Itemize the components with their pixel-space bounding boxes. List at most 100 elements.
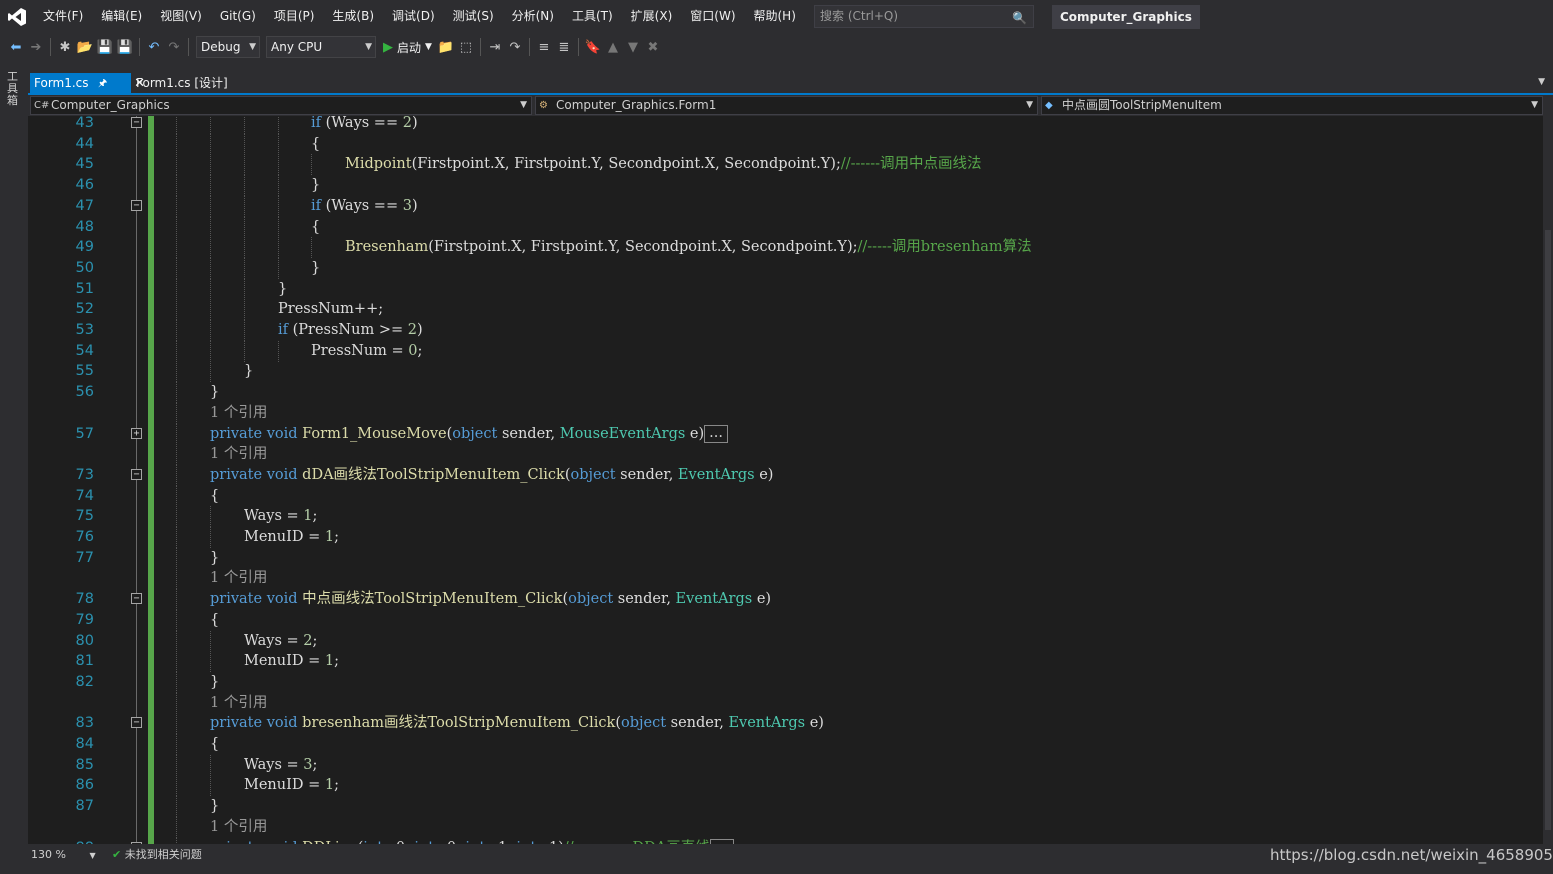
navigate-forward-icon[interactable]: ➔ xyxy=(26,37,46,57)
code-line[interactable]: 55} xyxy=(28,361,1543,383)
code-line[interactable]: 49 Bresenham(Firstpoint.X, Firstpoint.Y, … xyxy=(28,237,1543,259)
menu-item[interactable]: 调试(D) xyxy=(383,0,444,33)
code-line[interactable]: 75 Ways = 1; xyxy=(28,506,1543,528)
hot-reload-icon[interactable]: ⬚ xyxy=(456,37,476,57)
indent-icon[interactable]: ≡ xyxy=(534,37,554,57)
solution-configuration-select[interactable]: Debug ▼ xyxy=(196,36,260,58)
step-into-icon[interactable]: ⇥ xyxy=(485,37,505,57)
collapse-icon[interactable]: − xyxy=(131,717,142,729)
menu-item[interactable]: 测试(S) xyxy=(444,0,503,33)
code-line[interactable]: 73 − private void dDA画线法ToolStripMenuItem_… xyxy=(28,464,1543,486)
code-line[interactable]: 52 PressNum++; xyxy=(28,299,1543,321)
line-number: 74 xyxy=(75,487,94,504)
code-line[interactable]: 43 − if (Ways == 2) xyxy=(28,116,1543,134)
code-line[interactable]: 50} xyxy=(28,257,1543,279)
codelens-reference[interactable]: 1 个引用 xyxy=(28,402,1543,424)
code-line[interactable]: 77} xyxy=(28,547,1543,569)
previous-bookmark-icon[interactable]: ▲ xyxy=(603,37,623,57)
tab-list-dropdown-icon[interactable]: ▼ xyxy=(1538,77,1545,87)
indent-guide xyxy=(176,692,177,714)
code-line[interactable]: 76 MenuID = 1; xyxy=(28,527,1543,548)
save-icon[interactable]: 💾 xyxy=(95,37,115,57)
zoom-level[interactable]: 130 % ▼ xyxy=(31,844,96,867)
menu-item[interactable]: 文件(F) xyxy=(34,0,92,33)
browse-icon[interactable]: 📁 xyxy=(436,37,456,57)
project-dropdown[interactable]: C# Computer_Graphics ▼ xyxy=(30,96,532,115)
indent-guide xyxy=(176,320,177,341)
codelens-reference[interactable]: 1 个引用 xyxy=(28,692,1543,714)
navigate-back-icon[interactable]: ⬅ xyxy=(6,37,26,57)
solution-platform-select[interactable]: Any CPU ▼ xyxy=(266,36,376,58)
visual-studio-logo-icon[interactable] xyxy=(0,0,34,33)
collapse-icon[interactable]: − xyxy=(131,117,142,128)
search-icon: 🔍 xyxy=(1012,11,1027,25)
toolbox-tab[interactable]: 工具箱 xyxy=(7,71,21,107)
codelens-reference[interactable]: 1 个引用 xyxy=(28,816,1543,838)
next-bookmark-icon[interactable]: ▼ xyxy=(623,37,643,57)
code-line[interactable]: 81 MenuID = 1; xyxy=(28,651,1543,673)
code-line[interactable]: 78 − private void 中点画线法ToolStripMenuItem_C… xyxy=(28,589,1543,611)
indent-guide xyxy=(210,630,211,652)
menu-item[interactable]: 帮助(H) xyxy=(745,0,805,33)
code-line[interactable]: 79 { xyxy=(28,609,1543,631)
redo-icon[interactable]: ↷ xyxy=(164,37,184,57)
menu-item[interactable]: 窗口(W) xyxy=(681,0,744,33)
code-line[interactable]: 57 + private void Form1_MouseMove(object s… xyxy=(28,423,1543,445)
code-editor[interactable]: 43 − if (Ways == 2) 44 {45 Midpoint(Firstpoin… xyxy=(28,116,1543,844)
bookmark-icon[interactable]: 🔖 xyxy=(583,37,603,57)
codelens-reference[interactable]: 1 个引用 xyxy=(28,568,1543,590)
code-line[interactable]: 54 PressNum = 0; xyxy=(28,340,1543,362)
vertical-scrollbar[interactable] xyxy=(1543,95,1553,844)
code-line[interactable]: 45 Midpoint(Firstpoint.X, Firstpoint.Y, S… xyxy=(28,154,1543,176)
pin-icon[interactable]: 🖈 xyxy=(98,73,107,94)
collapse-icon[interactable]: − xyxy=(131,593,142,605)
menu-item[interactable]: 工具(T) xyxy=(563,0,622,33)
code-line[interactable]: 74 { xyxy=(28,485,1543,507)
codelens-reference[interactable]: 1 个引用 xyxy=(28,444,1543,466)
collapse-icon[interactable]: − xyxy=(131,199,142,211)
code-line[interactable]: 51} xyxy=(28,278,1543,300)
clear-bookmarks-icon[interactable]: ✖ xyxy=(643,37,663,57)
code-line[interactable]: 46} xyxy=(28,175,1543,197)
outdent-icon[interactable]: ≣ xyxy=(554,37,574,57)
search-input[interactable]: 搜索 (Ctrl+Q) 🔍 xyxy=(814,5,1034,28)
code-line[interactable]: 86 MenuID = 1; xyxy=(28,775,1543,797)
new-project-icon[interactable]: ✱ xyxy=(55,37,75,57)
open-file-icon[interactable]: 📂 xyxy=(75,37,95,57)
code-line[interactable]: 56} xyxy=(28,382,1543,404)
menu-item[interactable]: 编辑(E) xyxy=(92,0,151,33)
chevron-down-icon: ▼ xyxy=(365,42,372,52)
code-line[interactable]: 53 if (PressNum >= 2) xyxy=(28,320,1543,341)
member-dropdown[interactable]: ◆ 中点画圆ToolStripMenuItem ▼ xyxy=(1041,96,1543,115)
step-over-icon[interactable]: ↷ xyxy=(505,37,525,57)
menu-item[interactable]: 生成(B) xyxy=(323,0,383,33)
undo-icon[interactable]: ↶ xyxy=(144,37,164,57)
code-line[interactable]: 82} xyxy=(28,671,1543,693)
save-all-icon[interactable]: 💾 xyxy=(115,37,135,57)
tab-form1-cs[interactable]: Form1.cs 🖈 ✕ xyxy=(30,73,145,94)
code-line[interactable]: 44 { xyxy=(28,133,1543,155)
code-text: 1 个引用 xyxy=(210,818,268,835)
start-debugging-button[interactable]: ▶ 启动 ▼ xyxy=(383,39,432,56)
issues-indicator[interactable]: ✔ 未找到相关问题 xyxy=(112,844,202,866)
expand-icon[interactable]: + xyxy=(131,427,142,439)
menu-item[interactable]: 分析(N) xyxy=(503,0,563,33)
code-text: MenuID = 1; xyxy=(244,777,339,794)
indent-guide xyxy=(210,237,211,259)
menu-item[interactable]: 视图(V) xyxy=(151,0,211,33)
menu-item[interactable]: 项目(P) xyxy=(265,0,324,33)
collapse-icon[interactable]: − xyxy=(131,468,142,480)
code-line[interactable]: 47 − if (Ways == 3) xyxy=(28,195,1543,217)
scrollbar-thumb[interactable] xyxy=(1545,230,1551,830)
tab-form1-designer[interactable]: Form1.cs [设计] xyxy=(132,73,232,94)
code-line[interactable]: 83 − private void bresenham画线法ToolStripMen… xyxy=(28,713,1543,735)
code-line[interactable]: 84 { xyxy=(28,734,1543,755)
type-dropdown[interactable]: ⚙ Computer_Graphics.Form1 ▼ xyxy=(535,96,1038,115)
code-line[interactable]: 48 { xyxy=(28,216,1543,238)
code-line[interactable]: 85 Ways = 3; xyxy=(28,754,1543,776)
menu-item[interactable]: 扩展(X) xyxy=(622,0,682,33)
code-text: } xyxy=(210,673,220,690)
code-line[interactable]: 80 Ways = 2; xyxy=(28,630,1543,652)
code-line[interactable]: 87} xyxy=(28,796,1543,818)
menu-item[interactable]: Git(G) xyxy=(211,0,265,33)
